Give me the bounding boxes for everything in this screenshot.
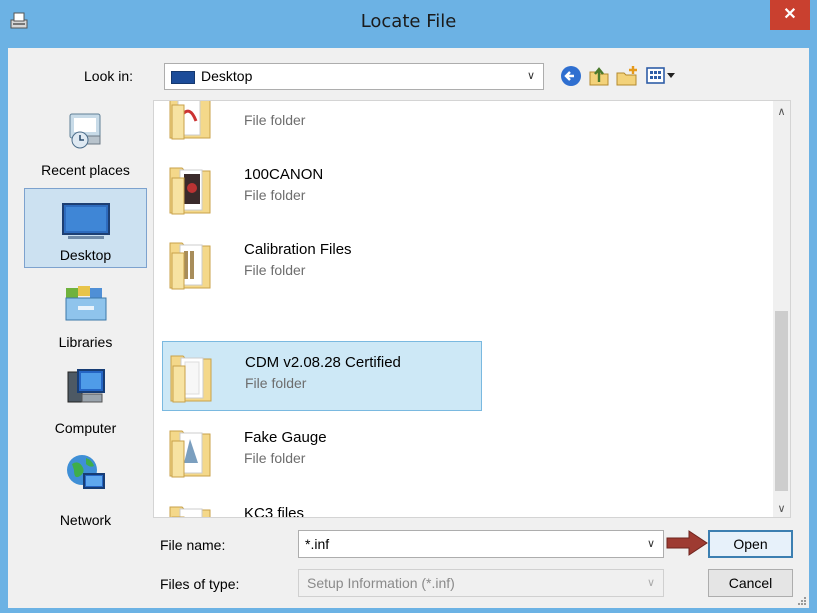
scroll-thumb[interactable]: [775, 311, 788, 491]
files-of-type-label: Files of type:: [160, 576, 240, 592]
item-type: File folder: [244, 187, 306, 203]
file-name-combobox[interactable]: ∨: [298, 530, 664, 558]
look-in-label: Look in:: [84, 68, 134, 84]
file-name-label: File name:: [160, 537, 226, 553]
desktop-icon: [62, 203, 110, 239]
place-label: Libraries: [58, 334, 113, 350]
list-item[interactable]: Fake Gauge File folder: [162, 417, 482, 487]
place-computer[interactable]: Computer: [24, 360, 147, 440]
place-libraries[interactable]: Libraries: [24, 274, 147, 354]
back-icon[interactable]: [558, 63, 584, 89]
folder-icon: [170, 355, 212, 403]
cancel-button[interactable]: Cancel: [708, 569, 793, 597]
open-button[interactable]: Open: [708, 530, 793, 558]
list-item-selected[interactable]: CDM v2.08.28 Certified File folder: [162, 341, 482, 411]
libraries-icon: [65, 286, 107, 321]
place-network[interactable]: Network: [24, 446, 147, 532]
folder-icon: [169, 101, 211, 140]
place-label: Network: [59, 512, 112, 528]
scroll-up-icon[interactable]: ∧: [773, 105, 790, 118]
list-item[interactable]: Calibration Files File folder: [162, 229, 482, 299]
annotation-arrow-icon: [666, 530, 708, 556]
list-item[interactable]: 100CANON File folder: [162, 154, 482, 224]
computer-icon: [67, 369, 105, 403]
title-bar[interactable]: Locate File ✕: [0, 0, 817, 48]
item-name: KC3 files: [244, 505, 305, 518]
chevron-down-icon: ∨: [526, 70, 535, 82]
vertical-scrollbar[interactable]: ∧ ∨: [773, 101, 790, 517]
list-item[interactable]: File folder: [162, 101, 482, 149]
item-type: File folder: [244, 450, 306, 466]
scroll-down-icon[interactable]: ∨: [773, 502, 790, 515]
place-desktop[interactable]: Desktop: [24, 188, 147, 268]
places-bar: Recent places Desktop Libraries Computer…: [16, 102, 150, 532]
place-label: Recent places: [41, 162, 130, 178]
item-type: File folder: [244, 112, 306, 128]
close-button[interactable]: ✕: [770, 0, 810, 30]
file-name-input[interactable]: [305, 535, 625, 553]
locate-file-dialog: Locate File ✕ Look in: Desktop ∨ Recent …: [0, 0, 817, 613]
place-label: Computer: [54, 420, 117, 436]
item-name: CDM v2.08.28 Certified: [245, 354, 401, 371]
file-list[interactable]: File folder 100CANON File folder Calibra…: [153, 100, 791, 518]
chevron-down-icon: ∨: [646, 577, 655, 589]
place-recent-places[interactable]: Recent places: [24, 102, 147, 182]
list-item[interactable]: KC3 files File folder: [162, 493, 482, 518]
network-icon: [67, 455, 105, 489]
item-name: Calibration Files: [244, 241, 352, 258]
files-of-type-dropdown[interactable]: Setup Information (*.inf) ∨: [298, 569, 664, 597]
view-menu-icon[interactable]: [644, 63, 678, 89]
item-name: Fake Gauge: [244, 429, 327, 446]
folder-icon: [169, 167, 211, 215]
chevron-down-icon[interactable]: ∨: [647, 537, 655, 550]
item-name: 100CANON: [244, 166, 324, 183]
folder-icon: [169, 242, 211, 290]
dialog-body: Look in: Desktop ∨ Recent places Desktop…: [8, 48, 809, 608]
up-folder-icon[interactable]: [586, 63, 612, 89]
desktop-small-icon: [171, 71, 195, 84]
folder-icon: [169, 430, 211, 478]
folder-icon: [169, 506, 211, 517]
window-title: Locate File: [360, 11, 457, 32]
look-in-value: Desktop: [201, 68, 253, 84]
look-in-dropdown[interactable]: Desktop ∨: [164, 63, 544, 90]
place-label: Desktop: [59, 247, 112, 263]
item-type: File folder: [245, 375, 307, 391]
new-folder-icon[interactable]: [614, 63, 640, 89]
resize-grip-icon[interactable]: [797, 596, 807, 606]
item-type: File folder: [244, 262, 306, 278]
recent-places-icon: [69, 113, 101, 149]
files-of-type-value: Setup Information (*.inf): [307, 575, 455, 591]
